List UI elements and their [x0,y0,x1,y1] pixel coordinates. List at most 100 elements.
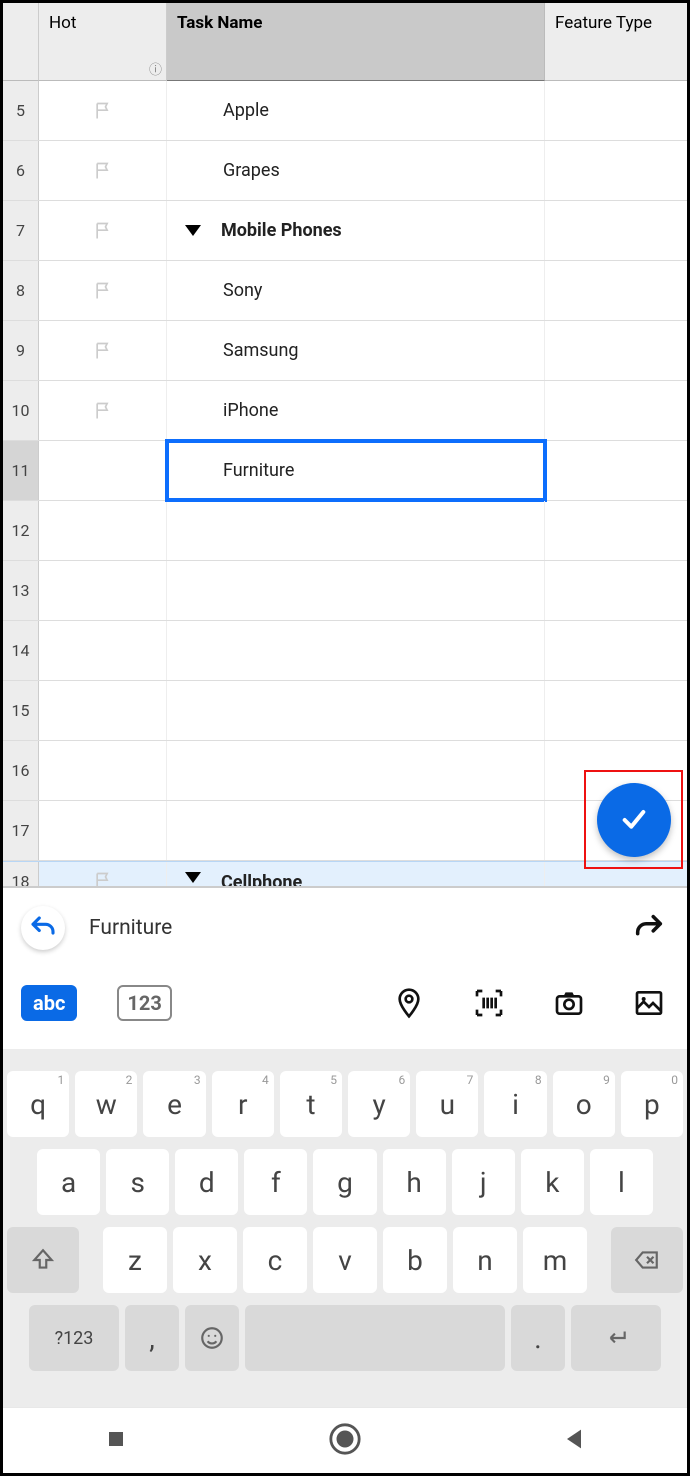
row-number[interactable]: 8 [3,261,39,320]
cell-hot[interactable] [39,621,167,680]
key-u[interactable]: u7 [416,1071,478,1137]
cell-feature[interactable] [545,141,687,200]
cell-hot[interactable] [39,441,167,500]
key-b[interactable]: b [383,1227,447,1293]
key-i[interactable]: i8 [484,1071,546,1137]
column-header-hot[interactable]: Hot ⓘ [39,3,167,81]
cell-hot[interactable] [39,501,167,560]
camera-icon[interactable] [549,983,589,1023]
cell-feature[interactable] [545,681,687,740]
row-number[interactable]: 14 [3,621,39,680]
key-s[interactable]: s [106,1149,169,1215]
comma-key[interactable]: , [125,1305,179,1371]
cell-feature[interactable] [545,621,687,680]
cell-task[interactable]: Mobile Phones [167,201,545,260]
key-g[interactable]: g [313,1149,376,1215]
cell-hot[interactable] [39,681,167,740]
key-m[interactable]: m [523,1227,587,1293]
row-number[interactable]: 16 [3,741,39,800]
confirm-button[interactable] [597,783,671,857]
cell-task[interactable]: Furniture [167,441,545,500]
key-f[interactable]: f [244,1149,307,1215]
mode-abc-button[interactable]: abc [21,985,77,1021]
cell-hot[interactable] [39,261,167,320]
row-number[interactable]: 15 [3,681,39,740]
cell-feature[interactable] [545,81,687,140]
backspace-key[interactable] [611,1227,683,1293]
cell-task[interactable]: iPhone [167,381,545,440]
cell-task[interactable]: Samsung [167,321,545,380]
key-x[interactable]: x [173,1227,237,1293]
recent-apps-button[interactable] [102,1425,130,1457]
row-number[interactable]: 9 [3,321,39,380]
cell-task[interactable]: Apple [167,81,545,140]
cell-task[interactable] [167,741,545,800]
key-d[interactable]: d [175,1149,238,1215]
cell-task[interactable] [167,561,545,620]
key-a[interactable]: a [37,1149,100,1215]
row-number[interactable]: 6 [3,141,39,200]
emoji-key[interactable] [185,1305,239,1371]
image-icon[interactable] [629,983,669,1023]
cell-hot[interactable] [39,201,167,260]
cell-task[interactable] [167,801,545,860]
cell-task[interactable]: Sony [167,261,545,320]
cell-hot[interactable] [39,801,167,860]
location-icon[interactable] [389,983,429,1023]
row-number[interactable]: 12 [3,501,39,560]
cell-feature[interactable] [545,561,687,620]
cell-feature[interactable] [545,261,687,320]
row-number[interactable]: 5 [3,81,39,140]
back-button[interactable] [560,1425,588,1457]
cell-feature[interactable] [545,381,687,440]
key-y[interactable]: y6 [348,1071,410,1137]
key-p[interactable]: p0 [621,1071,683,1137]
key-r[interactable]: r4 [212,1071,274,1137]
cell-feature[interactable] [545,441,687,500]
key-q[interactable]: q1 [7,1071,69,1137]
cell-feature[interactable] [545,321,687,380]
symbols-key[interactable]: ?123 [29,1305,119,1371]
key-o[interactable]: o9 [553,1071,615,1137]
column-header-task[interactable]: Task Name [167,3,545,81]
cell-hot[interactable] [39,381,167,440]
key-e[interactable]: e3 [143,1071,205,1137]
key-v[interactable]: v [313,1227,377,1293]
key-l[interactable]: l [590,1149,653,1215]
barcode-icon[interactable] [469,983,509,1023]
key-z[interactable]: z [103,1227,167,1293]
column-header-feature[interactable]: Feature Type [545,3,687,81]
cell-input-text[interactable]: Furniture [89,916,172,940]
period-key[interactable]: . [511,1305,565,1371]
cell-hot[interactable] [39,141,167,200]
redo-button[interactable] [629,908,669,948]
row-number[interactable]: 17 [3,801,39,860]
undo-button[interactable] [21,906,65,950]
cell-task[interactable] [167,681,545,740]
cell-task[interactable] [167,501,545,560]
cell-hot[interactable] [39,321,167,380]
key-w[interactable]: w2 [75,1071,137,1137]
cell-hot[interactable] [39,561,167,620]
row-number[interactable]: 13 [3,561,39,620]
header-corner[interactable] [3,3,39,81]
row-number[interactable]: 7 [3,201,39,260]
key-h[interactable]: h [383,1149,446,1215]
cell-task[interactable]: Grapes [167,141,545,200]
row-number[interactable]: 10 [3,381,39,440]
shift-key[interactable] [7,1227,79,1293]
key-t[interactable]: t5 [280,1071,342,1137]
key-c[interactable]: c [243,1227,307,1293]
cell-hot[interactable] [39,741,167,800]
enter-key[interactable] [571,1305,661,1371]
key-k[interactable]: k [521,1149,584,1215]
key-j[interactable]: j [452,1149,515,1215]
cell-feature[interactable] [545,501,687,560]
mode-123-button[interactable]: 123 [117,985,171,1021]
key-n[interactable]: n [453,1227,517,1293]
cell-task[interactable] [167,621,545,680]
space-key[interactable] [245,1305,505,1371]
home-button[interactable] [328,1422,362,1460]
cell-hot[interactable] [39,81,167,140]
row-number[interactable]: 11 [3,441,39,500]
